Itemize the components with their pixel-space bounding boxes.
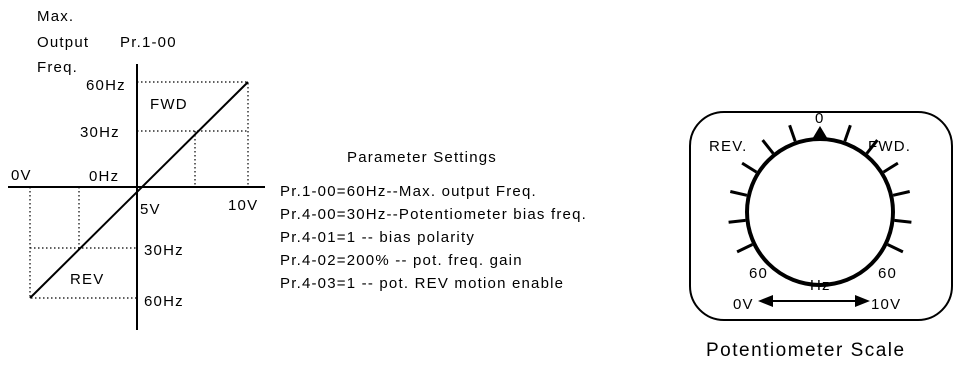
ylabel-line-3: Freq. bbox=[37, 59, 78, 76]
rev-label: REV bbox=[70, 271, 104, 288]
dial-tick bbox=[728, 218, 746, 224]
dial-right-value: 60 bbox=[878, 265, 897, 282]
dial-right-voltage: 10V bbox=[871, 296, 901, 313]
parameter-settings: Parameter Settings Pr.1-00=60Hz--Max. ou… bbox=[280, 149, 587, 292]
frequency-curve bbox=[29, 81, 249, 299]
frequency-voltage-graph: Max. Output Freq. Pr.1-00 60Hz 30Hz 0Hz … bbox=[8, 8, 265, 330]
dial-left-voltage: 0V bbox=[733, 296, 754, 313]
tick-0v: 0V bbox=[11, 167, 32, 184]
tick-0hz: 0Hz bbox=[89, 168, 119, 185]
setting-line-3: Pr.4-01=1 -- bias polarity bbox=[280, 229, 475, 246]
dial-caption: Potentiometer Scale bbox=[706, 340, 906, 361]
dial-rev-label: REV. bbox=[709, 138, 747, 155]
tick-60hz-bottom: 60Hz bbox=[144, 293, 184, 310]
ylabel-line-2: Output bbox=[37, 34, 89, 51]
dial-circle bbox=[745, 137, 895, 287]
dial-tick bbox=[882, 161, 899, 174]
dial-tick bbox=[892, 190, 911, 197]
potentiometer-scale: 0 REV. FWD. 60 60 Hz 0V 10V Potentiomete… bbox=[689, 110, 953, 361]
settings-title: Parameter Settings bbox=[347, 149, 497, 166]
dial-tick bbox=[761, 139, 775, 155]
dial-tick bbox=[843, 124, 852, 142]
setting-line-1: Pr.1-00=60Hz--Max. output Freq. bbox=[280, 183, 537, 200]
dial-tick bbox=[729, 190, 748, 197]
dial-tick bbox=[788, 124, 797, 142]
dial-tick bbox=[894, 218, 912, 224]
arrow-right-icon bbox=[855, 295, 870, 307]
arrow-left-icon bbox=[758, 295, 773, 307]
dial-tick bbox=[886, 243, 904, 254]
dial-tick bbox=[736, 243, 754, 254]
dial-tick bbox=[741, 161, 758, 174]
setting-line-4: Pr.4-02=200% -- pot. freq. gain bbox=[280, 252, 523, 269]
ylabel-line-1: Max. bbox=[37, 8, 74, 25]
tick-10v: 10V bbox=[228, 197, 258, 214]
dial-left-value: 60 bbox=[749, 265, 768, 282]
tick-30hz-bottom: 30Hz bbox=[144, 242, 184, 259]
fwd-label: FWD bbox=[150, 96, 188, 113]
parameter-diagram: Max. Output Freq. Pr.1-00 60Hz 30Hz 0Hz … bbox=[8, 8, 953, 361]
param-reference: Pr.1-00 bbox=[120, 34, 177, 51]
tick-60hz-top: 60Hz bbox=[86, 77, 126, 94]
dial-zero-label: 0 bbox=[815, 110, 825, 127]
dial-unit: Hz bbox=[810, 277, 831, 294]
tick-5v: 5V bbox=[140, 201, 161, 218]
setting-line-5: Pr.4-03=1 -- pot. REV motion enable bbox=[280, 275, 564, 292]
dial-fwd-label: FWD. bbox=[868, 138, 911, 155]
dial-pointer-icon bbox=[811, 126, 829, 141]
setting-line-2: Pr.4-00=30Hz--Potentiometer bias freq. bbox=[280, 206, 587, 223]
tick-30hz-top: 30Hz bbox=[80, 124, 120, 141]
